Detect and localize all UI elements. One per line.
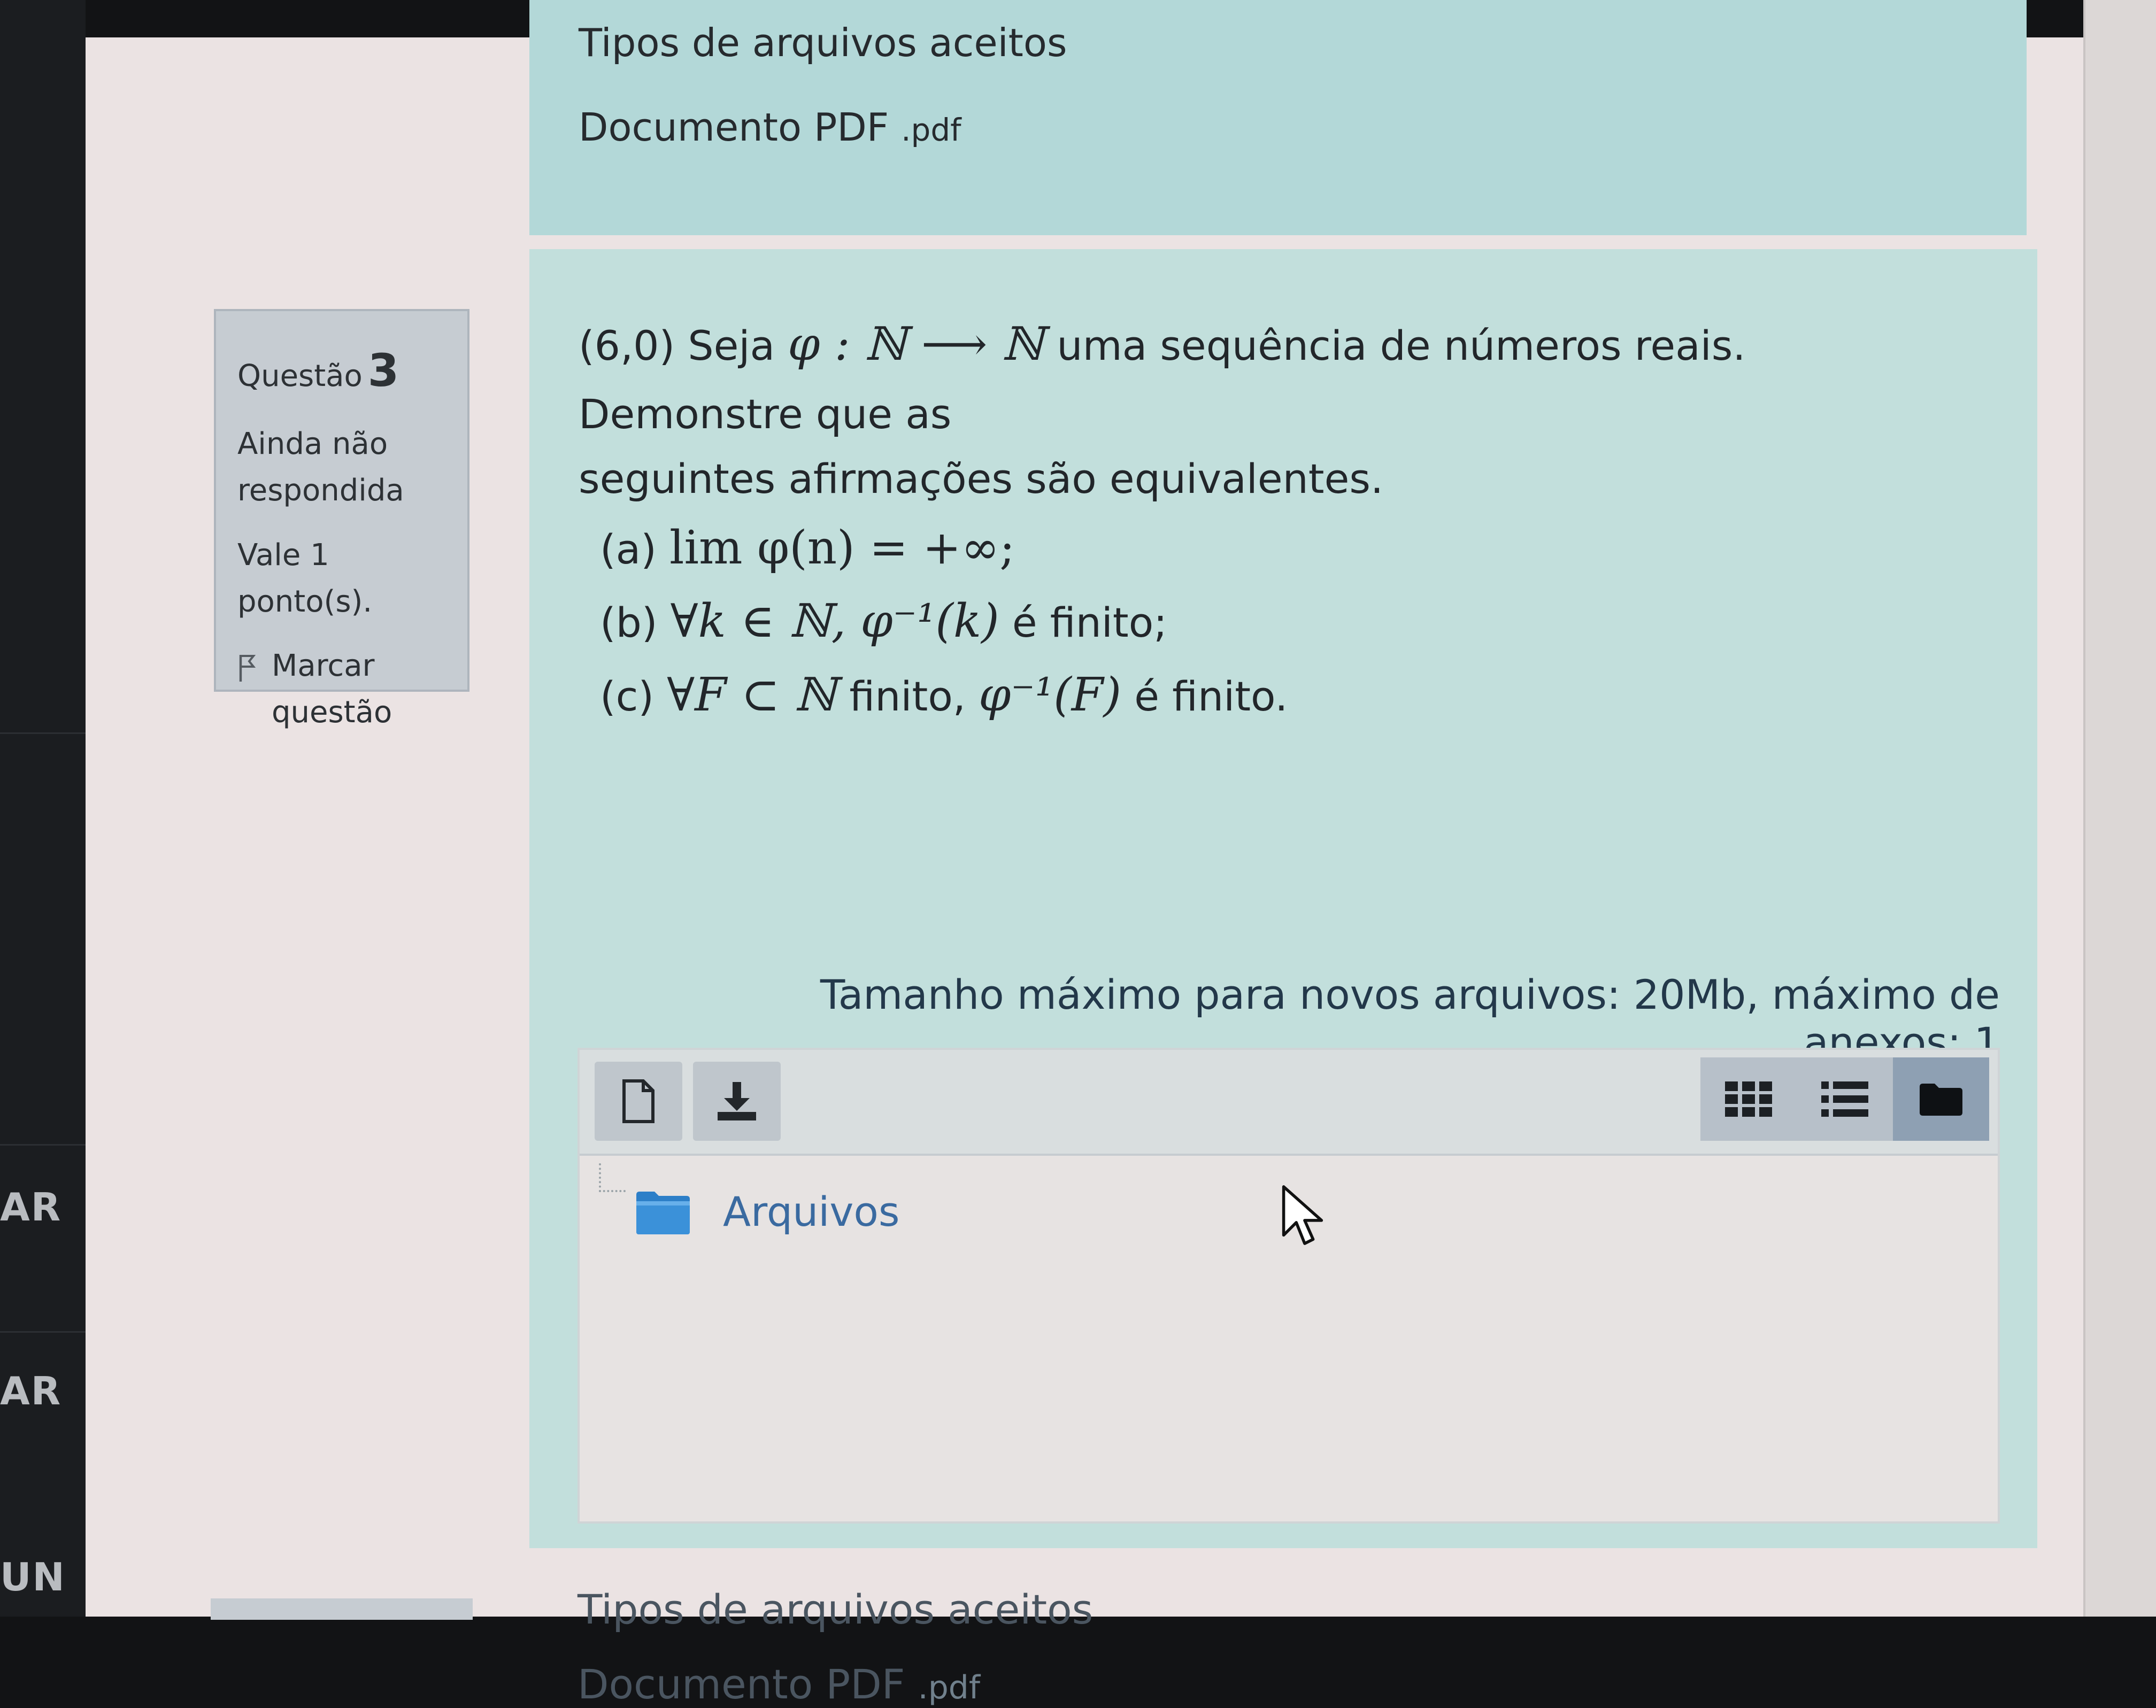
download-button[interactable]	[693, 1062, 781, 1141]
question-text: (6,0) Seja φ : ℕ ⟶ ℕ uma sequência de nú…	[579, 308, 1980, 732]
accepted-type-name: Documento PDF	[578, 1660, 905, 1708]
item-c-mid: finito,	[849, 672, 966, 720]
file-manager: Arquivos	[578, 1048, 2000, 1524]
status-line-2: respondida	[237, 473, 404, 508]
drawer-item-2[interactable]: AR	[0, 1369, 61, 1413]
question-status: Ainda não respondida	[237, 421, 446, 514]
folder-arquivos[interactable]: Arquivos	[634, 1188, 900, 1235]
mouse-cursor-icon	[1282, 1185, 1323, 1245]
item-c: (c) ∀F ⊂ ℕ finito, φ⁻¹(F) é finito.	[600, 659, 1980, 732]
grid-view-icon	[1725, 1081, 1772, 1117]
accepted-type-ext: .pdf	[901, 112, 961, 148]
question-intro-line-2: seguintes afirmações são equivalentes.	[579, 455, 1384, 503]
previous-accepted-types-box: Tipos de arquivos aceitos Documento PDF …	[529, 0, 2027, 235]
view-list-button[interactable]	[1797, 1057, 1893, 1141]
file-manager-toolbar	[580, 1050, 1998, 1156]
drawer-divider	[0, 732, 86, 734]
accepted-types-label: Tipos de arquivos aceitos	[579, 20, 1067, 65]
add-file-button[interactable]	[595, 1062, 682, 1141]
item-b-label: (b)	[600, 599, 658, 647]
add-file-icon	[622, 1079, 654, 1123]
flag-label[interactable]: Marcar questão	[272, 643, 392, 736]
accepted-type-name: Documento PDF	[579, 105, 889, 150]
question-points: Vale 1 ponto(s).	[237, 537, 373, 619]
flag-question-link[interactable]: Marcar questão	[237, 643, 446, 736]
item-a-label: (a)	[600, 525, 657, 573]
intro-math: φ : ℕ ⟶ ℕ	[788, 318, 1044, 371]
view-tree-button[interactable]	[1893, 1057, 1989, 1141]
folder-icon	[636, 1191, 690, 1234]
question-content-panel: (6,0) Seja φ : ℕ ⟶ ℕ uma sequência de nú…	[529, 249, 2037, 1708]
accepted-type: Documento PDF .pdf	[578, 1660, 980, 1708]
intro-prefix: (6,0) Seja	[579, 322, 775, 369]
item-c-suffix: é finito.	[1134, 672, 1288, 720]
drawer-item-1[interactable]: AR	[0, 1185, 61, 1230]
next-question-info-box	[211, 1598, 473, 1620]
folder-label[interactable]: Arquivos	[723, 1188, 900, 1235]
flag-label-line-1: Marcar	[272, 648, 375, 684]
tree-connector	[599, 1163, 626, 1192]
item-c-label: (c)	[600, 672, 654, 720]
item-c-math: ∀F ⊂ ℕ	[667, 668, 837, 722]
item-a-math: lim φ(n) = +∞;	[669, 521, 1015, 575]
drawer-item-3[interactable]: UN	[0, 1555, 66, 1599]
accepted-types-label: Tipos de arquivos aceitos	[578, 1586, 1094, 1633]
item-a: (a) lim φ(n) = +∞;	[600, 512, 1980, 585]
question-info-box: Questão 3 Ainda não respondida Vale 1 pon…	[214, 309, 469, 730]
item-b: (b) ∀k ∈ ℕ, φ⁻¹(k) é finito;	[600, 585, 1980, 659]
question-number: Questão 3	[237, 336, 446, 405]
item-c-math-2: φ⁻¹(F)	[979, 668, 1122, 722]
drawer-divider	[0, 1144, 86, 1146]
question-label: Questão	[237, 359, 363, 393]
list-view-icon	[1821, 1081, 1868, 1117]
left-drawer: AR AR UN	[0, 0, 86, 1617]
item-b-suffix: é finito;	[1012, 599, 1167, 647]
drawer-divider	[0, 1331, 86, 1333]
download-icon	[718, 1082, 756, 1120]
flag-icon	[239, 655, 256, 682]
flag-label-line-2: questão	[272, 695, 392, 730]
page-right-edge	[2083, 0, 2156, 1617]
accepted-type: Documento PDF .pdf	[579, 105, 961, 150]
question-number-value: 3	[367, 344, 399, 397]
question-intro: (6,0) Seja φ : ℕ ⟶ ℕ uma sequência de nú…	[579, 308, 1980, 446]
status-line-1: Ainda não	[237, 427, 388, 462]
accepted-type-ext: .pdf	[918, 1669, 980, 1706]
view-icons-button[interactable]	[1700, 1057, 1797, 1141]
item-b-math: ∀k ∈ ℕ, φ⁻¹(k)	[670, 594, 999, 648]
folder-view-icon	[1920, 1084, 1962, 1116]
